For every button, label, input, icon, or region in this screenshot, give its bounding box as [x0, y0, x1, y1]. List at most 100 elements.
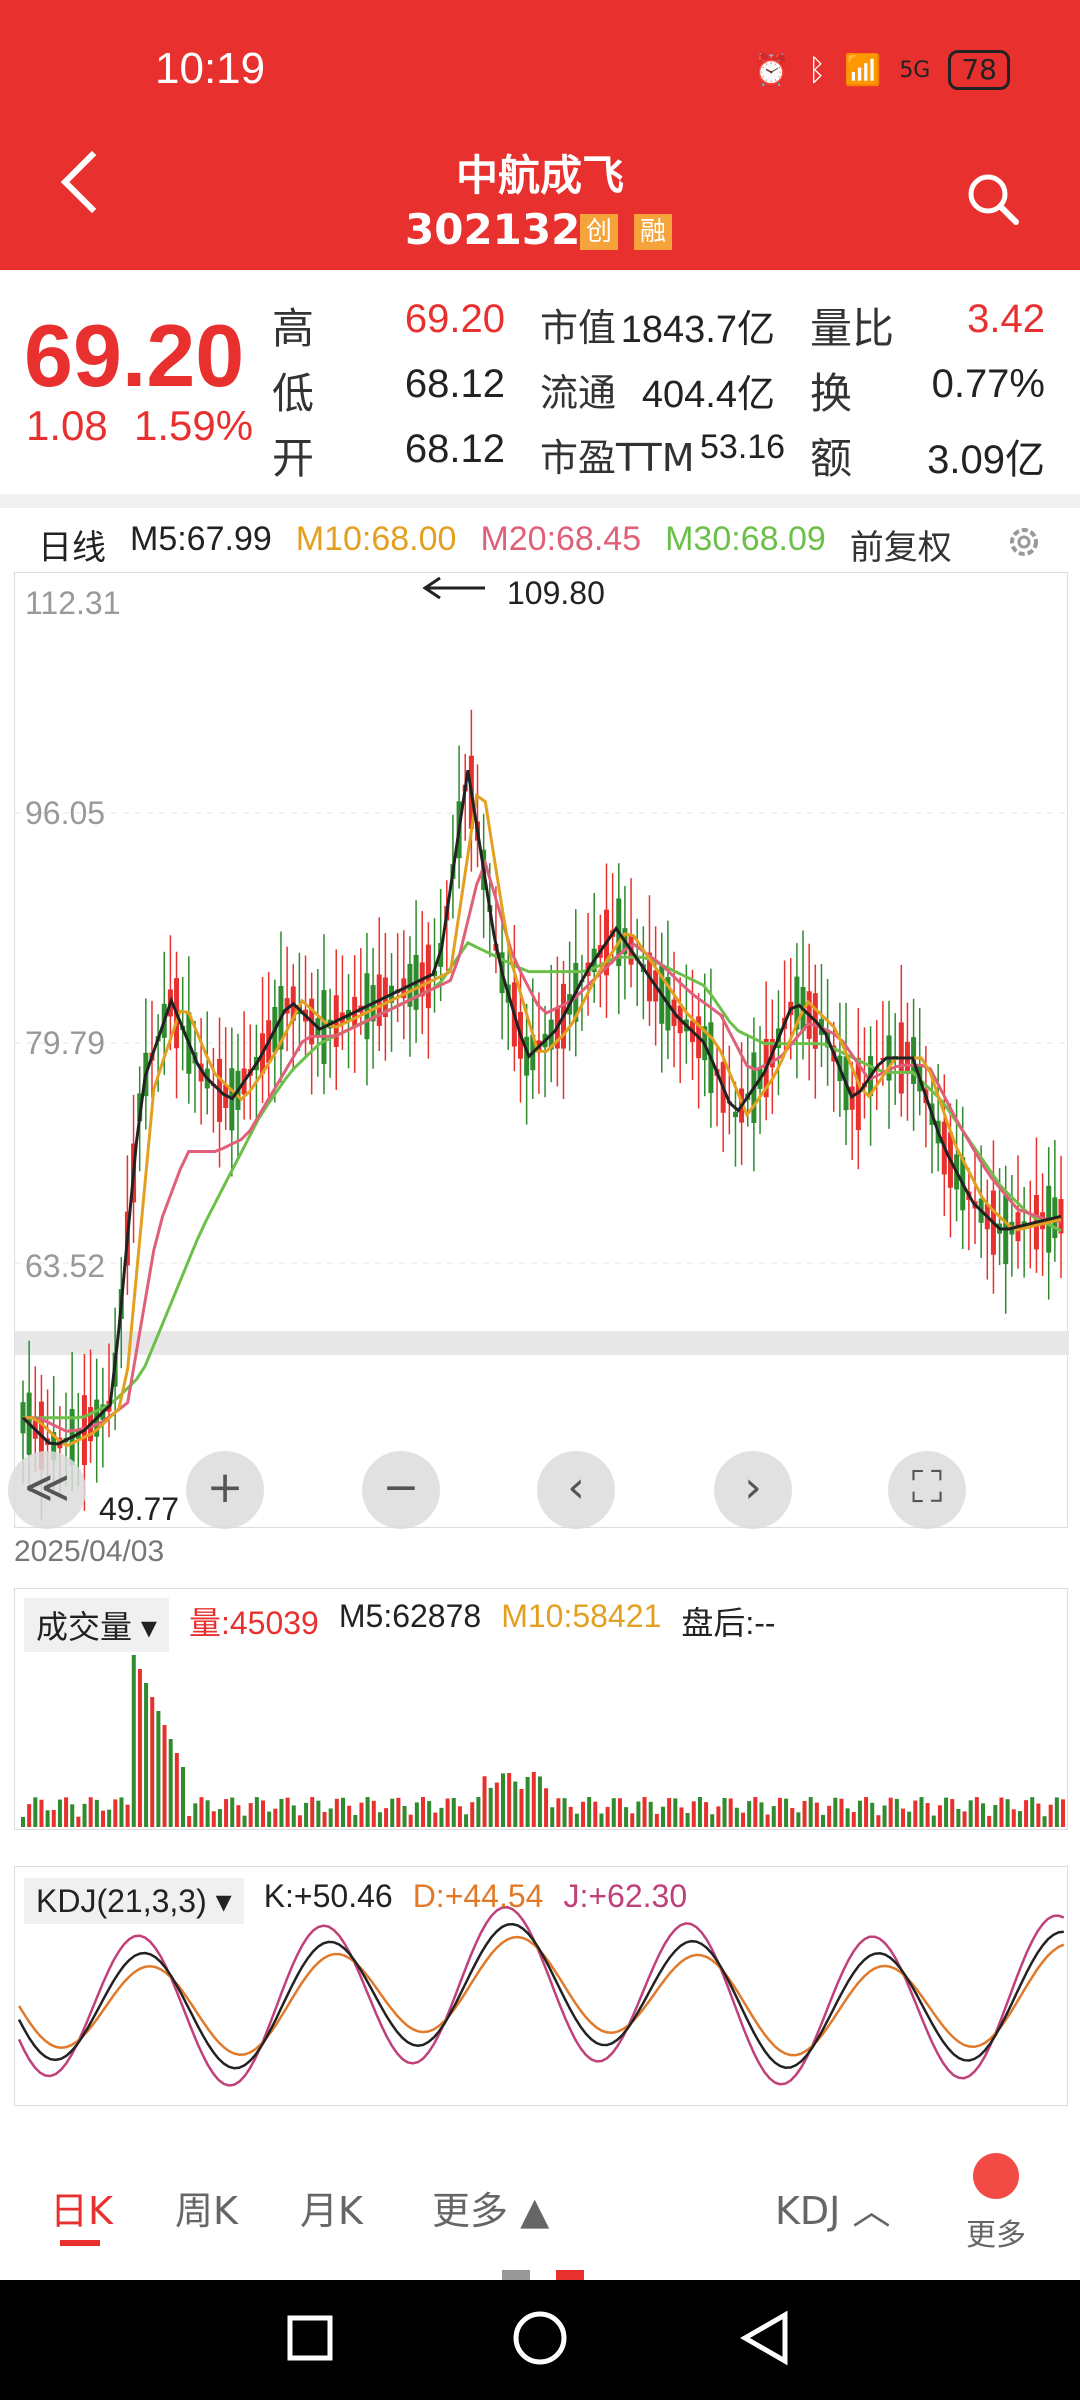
volume-bar — [827, 1805, 832, 1827]
volume-bar — [741, 1812, 745, 1827]
volume-bar — [174, 1753, 179, 1827]
page-dot-2 — [556, 2270, 584, 2280]
volume-bar — [962, 1811, 967, 1827]
tag-rong: 融 — [634, 214, 672, 250]
volume-bar — [667, 1798, 672, 1827]
volume-bar — [882, 1805, 887, 1827]
volume-bar — [1042, 1816, 1047, 1827]
volume-bar — [279, 1798, 284, 1827]
volume-bar — [697, 1797, 702, 1827]
max-price-label: 109.80 — [507, 575, 605, 611]
label-amount: 额 — [810, 434, 853, 483]
volume-bar — [482, 1776, 487, 1827]
kdj-k: K:+50.46 — [263, 1878, 393, 1914]
volume-bar — [593, 1801, 598, 1827]
kline-chart[interactable]: 112.31 96.05 79.79 63.52 109.80 49.77 — [14, 572, 1069, 1528]
volume-bar — [402, 1806, 407, 1827]
network-label: 5G — [899, 57, 931, 83]
volume-bar — [470, 1802, 475, 1827]
caret-up-icon: ▲ — [520, 2189, 550, 2233]
zoom-in-button[interactable]: + — [186, 1451, 264, 1529]
volume-bar — [445, 1798, 450, 1827]
kline-svg — [15, 576, 1069, 1520]
kdj-selector[interactable]: KDJ(21,3,3) ▾ — [24, 1878, 244, 1924]
recent-apps-icon[interactable] — [287, 2315, 333, 2361]
stock-header: 10:19 ⏰ ᛒ 📶 5G 78 中航成飞 302132 创 融 — [0, 0, 1080, 270]
volume-bar — [642, 1797, 647, 1827]
volume-bar — [661, 1806, 665, 1827]
label-turnover: 换 — [810, 369, 853, 418]
volume-bar — [501, 1773, 505, 1827]
value-float: 404.4亿 — [641, 374, 775, 416]
volume-bar — [457, 1806, 462, 1827]
ma20-value: M20:68.45 — [480, 520, 642, 558]
volume-bar — [328, 1808, 333, 1827]
more-label[interactable]: 更多 — [966, 2210, 1026, 2254]
period-label[interactable]: 日线 — [38, 520, 106, 569]
candles-group — [20, 709, 1064, 1520]
volume-bar — [568, 1806, 573, 1827]
volume-bar — [377, 1812, 382, 1827]
volume-bar — [907, 1811, 912, 1827]
volume-bar — [901, 1808, 905, 1827]
tab-more[interactable]: 更多 ▲ — [432, 2180, 549, 2235]
volume-bar — [205, 1800, 210, 1827]
tab-month-k[interactable]: 月K — [300, 2180, 363, 2235]
volume-bar — [765, 1814, 770, 1827]
next-button[interactable]: › — [714, 1451, 792, 1529]
volume-bar — [390, 1798, 395, 1827]
volume-bar — [1030, 1797, 1035, 1827]
label-float: 流通 — [540, 371, 617, 415]
volume-bar — [636, 1801, 641, 1827]
volume-bar — [1011, 1809, 1016, 1827]
volume-bar — [1036, 1803, 1041, 1827]
label-high: 高 — [272, 304, 315, 353]
volume-bar — [513, 1781, 518, 1827]
volume-selector[interactable]: 成交量 ▾ — [24, 1598, 169, 1652]
volume-bar — [630, 1813, 635, 1827]
volume-value: 量:45039 — [188, 1605, 319, 1641]
volume-bar — [408, 1814, 413, 1827]
volume-bar — [137, 1669, 142, 1827]
volume-bar — [562, 1798, 567, 1827]
tab-indicator-kdj[interactable]: KDJ ︿ — [775, 2180, 891, 2235]
volume-bar — [599, 1813, 604, 1827]
status-time: 10:19 — [155, 44, 266, 93]
volume-bar — [1048, 1804, 1053, 1827]
volume-bar — [384, 1808, 389, 1827]
volume-bar — [199, 1797, 204, 1827]
volume-bar — [304, 1802, 309, 1827]
volume-bar — [242, 1815, 247, 1827]
more-ball-icon[interactable] — [973, 2153, 1019, 2199]
volume-bar — [371, 1800, 376, 1827]
volume-bar — [691, 1801, 696, 1827]
volume-bar — [464, 1814, 469, 1827]
chart-start-date: 2025/04/03 — [14, 1535, 165, 1568]
prev-button[interactable]: ‹ — [537, 1451, 615, 1529]
volume-bar — [45, 1810, 50, 1827]
volume-bar — [981, 1803, 985, 1827]
alarm-icon: ⏰ — [752, 52, 790, 88]
fullscreen-button[interactable]: ⛶ — [888, 1451, 966, 1529]
volume-bar — [857, 1800, 862, 1827]
search-icon[interactable] — [964, 170, 1020, 226]
tab-week-k[interactable]: 周K — [175, 2180, 238, 2235]
volume-bar — [704, 1802, 709, 1827]
home-icon[interactable] — [513, 2311, 567, 2365]
kdj-selector-label: KDJ(21,3,3) — [36, 1883, 207, 1919]
volume-bar — [433, 1812, 438, 1827]
adjust-mode[interactable]: 前复权 — [850, 520, 952, 569]
volume-bar — [814, 1802, 819, 1827]
volume-bar — [833, 1797, 838, 1827]
rewind-button[interactable]: ≪ — [8, 1451, 86, 1529]
back-icon[interactable] — [739, 2310, 788, 2366]
tab-day-k[interactable]: 日K — [50, 2180, 113, 2235]
status-icons: ⏰ ᛒ 📶 5G 78 — [753, 50, 1010, 90]
value-high: 69.20 — [404, 297, 505, 341]
volume-bar — [937, 1805, 942, 1827]
volume-bar — [248, 1803, 253, 1827]
gear-icon[interactable] — [1004, 522, 1044, 562]
volume-bar — [685, 1812, 690, 1827]
volume-bar — [131, 1655, 136, 1827]
zoom-out-button[interactable]: − — [362, 1451, 440, 1529]
